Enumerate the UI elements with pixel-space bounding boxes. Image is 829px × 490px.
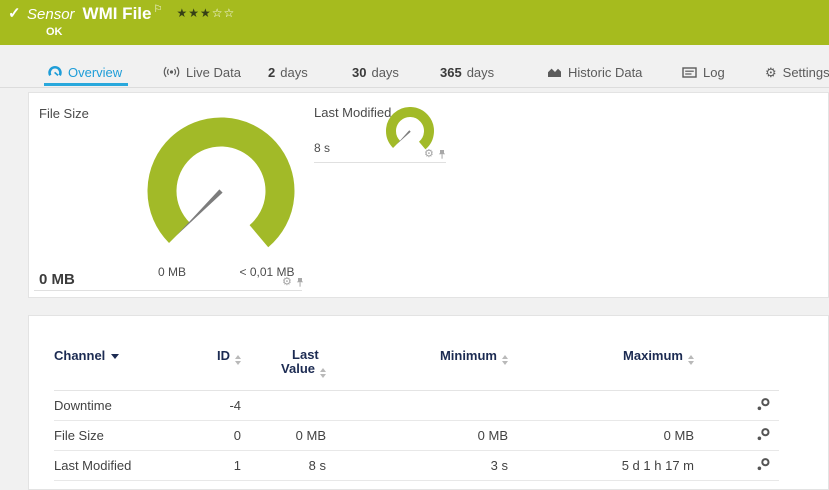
table-row: Last Modified 1 8 s 3 s 5 d 1 h 17 m xyxy=(54,451,779,481)
priority-stars-filled[interactable]: ★★★ xyxy=(176,6,211,20)
area-chart-icon xyxy=(547,66,562,78)
channel-sort-dropdown-icon xyxy=(111,354,119,359)
file-size-widget-divider xyxy=(34,290,302,291)
priority-stars-empty[interactable]: ☆☆ xyxy=(212,6,236,20)
tab-bar: Overview Live Data 2 days 30 days 365 da… xyxy=(0,57,829,88)
channel-maximum: 0 MB xyxy=(508,428,694,443)
sort-icon xyxy=(320,368,326,378)
tab-label: days xyxy=(280,65,307,80)
tab-label: Live Data xyxy=(186,65,241,80)
tab-log[interactable]: Log xyxy=(682,57,725,87)
tab-settings[interactable]: ⚙ Settings xyxy=(765,57,829,87)
overview-panel: File Size 0 MB < 0,01 MB 0 MB ⚙ Last Mod… xyxy=(28,92,829,298)
channel-last-value: 8 s xyxy=(241,458,326,473)
file-size-current-value: 0 MB xyxy=(39,271,75,288)
tab-label: days xyxy=(467,65,494,80)
tab-label: Overview xyxy=(68,65,122,80)
channel-settings-icon[interactable] xyxy=(756,427,771,442)
column-header-channel[interactable]: Channel xyxy=(54,348,164,363)
column-header-id[interactable]: ID xyxy=(164,348,241,365)
last-modified-widget-title: Last Modified xyxy=(314,105,391,120)
file-size-gauge xyxy=(141,115,301,265)
channel-id: 1 xyxy=(164,458,241,473)
channel-settings-icon[interactable] xyxy=(756,457,771,472)
channel-name[interactable]: Last Modified xyxy=(54,458,164,473)
table-row: Downtime -4 xyxy=(54,391,779,421)
live-data-icon xyxy=(163,66,180,78)
column-header-last-value[interactable]: Last Value xyxy=(241,348,326,378)
tab-overview[interactable]: Overview xyxy=(48,57,122,87)
table-row: File Size 0 0 MB 0 MB 0 MB xyxy=(54,421,779,451)
channel-table-panel: Channel ID Last Value Minimum Maximum Do… xyxy=(28,315,829,490)
tab-days-number: 30 xyxy=(352,65,366,80)
gauge-settings-gear-icon[interactable]: ⚙ xyxy=(424,149,434,160)
ok-check-icon: ✓ xyxy=(8,4,21,22)
last-modified-widget-divider xyxy=(314,162,446,163)
column-header-maximum[interactable]: Maximum xyxy=(508,348,694,365)
log-icon xyxy=(682,67,697,78)
channel-name[interactable]: Downtime xyxy=(54,398,164,413)
file-size-gauge-min-label: 0 MB xyxy=(142,265,202,279)
gear-icon: ⚙ xyxy=(765,66,777,79)
last-modified-gauge-tools: ⚙ xyxy=(424,149,447,160)
file-size-gauge-tools: ⚙ xyxy=(282,277,305,288)
tab-label: Settings xyxy=(783,65,829,80)
tab-2-days[interactable]: 2 days xyxy=(268,57,308,87)
file-size-widget-title: File Size xyxy=(39,106,89,121)
status-badge: OK xyxy=(46,26,63,38)
flag-icon[interactable]: ⚐ xyxy=(153,4,162,15)
tab-days-number: 2 xyxy=(268,65,275,80)
sensor-title-line: Sensor WMI File⚐ ★★★☆☆ xyxy=(27,4,235,24)
sort-icon xyxy=(688,355,694,365)
sensor-title: WMI File xyxy=(83,4,152,23)
tab-label: days xyxy=(371,65,398,80)
pin-icon[interactable] xyxy=(295,277,305,288)
tab-historic-data[interactable]: Historic Data xyxy=(547,57,642,87)
tab-live-data[interactable]: Live Data xyxy=(163,57,241,87)
channel-minimum: 3 s xyxy=(326,458,508,473)
tab-days-number: 365 xyxy=(440,65,462,80)
sensor-kind-label: Sensor xyxy=(27,6,75,23)
tab-30-days[interactable]: 30 days xyxy=(352,57,399,87)
channel-maximum: 5 d 1 h 17 m xyxy=(508,458,694,473)
sensor-status-banner: ✓ Sensor WMI File⚐ ★★★☆☆ OK xyxy=(0,0,829,45)
column-header-minimum[interactable]: Minimum xyxy=(326,348,508,365)
tab-label: Log xyxy=(703,65,725,80)
channel-id: -4 xyxy=(164,398,241,413)
gauge-settings-gear-icon[interactable]: ⚙ xyxy=(282,277,292,288)
pin-icon[interactable] xyxy=(437,149,447,160)
last-modified-current-value: 8 s xyxy=(314,141,330,155)
gauge-icon xyxy=(48,65,62,79)
channel-table-header: Channel ID Last Value Minimum Maximum xyxy=(54,348,779,391)
channel-name[interactable]: File Size xyxy=(54,428,164,443)
channel-minimum: 0 MB xyxy=(326,428,508,443)
tab-365-days[interactable]: 365 days xyxy=(440,57,494,87)
tab-label: Historic Data xyxy=(568,65,642,80)
channel-id: 0 xyxy=(164,428,241,443)
channel-table: Channel ID Last Value Minimum Maximum Do… xyxy=(54,348,779,481)
channel-settings-icon[interactable] xyxy=(756,397,771,412)
channel-last-value: 0 MB xyxy=(241,428,326,443)
